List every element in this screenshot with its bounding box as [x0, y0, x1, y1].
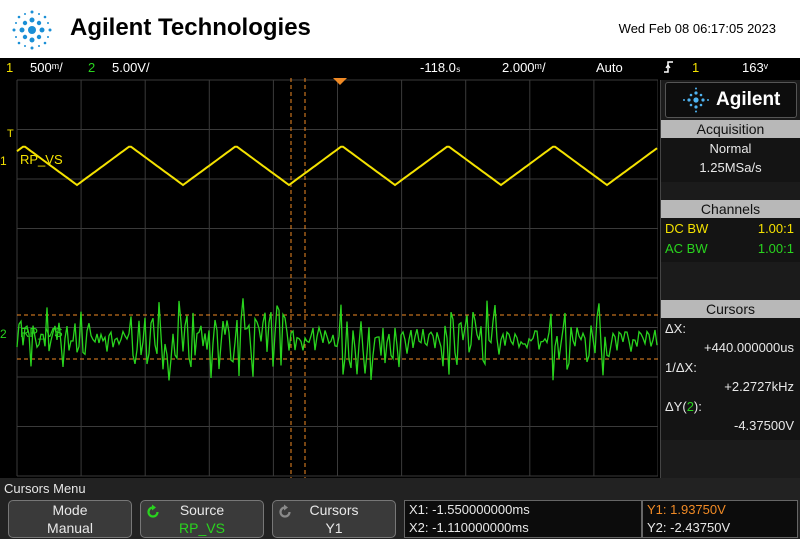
ch1-ground-marker[interactable]: 1: [0, 154, 7, 168]
cursors-section[interactable]: ΔX: +440.000000us 1/ΔX: +2.2727kHz ΔY(2)…: [661, 318, 800, 440]
ch2-ground-marker[interactable]: 2: [0, 327, 7, 341]
waveform-graticule: [16, 78, 659, 478]
ch1-coupling: DC BW: [665, 221, 709, 236]
status-bar: 1 500ᵐ/ 2 5.00V/ -118.0ₛ 2.000ᵐ/ Auto 1 …: [0, 58, 800, 78]
ch2-number: 2: [88, 60, 96, 75]
source-softkey-label: Source: [179, 502, 225, 518]
ch1-trace-label: RP_VS: [20, 152, 63, 167]
ch2-trace-label: RP_VS: [20, 325, 63, 340]
inverse-delta-x-value: +2.2727kHz: [724, 379, 794, 394]
trigger-mode: Auto: [596, 60, 623, 75]
cursors-softkey[interactable]: Cursors Y1: [272, 500, 396, 538]
mode-softkey-label: Mode: [52, 502, 88, 518]
softkey-menu: Cursors Menu Mode Manual Source RP_VS Cu…: [0, 478, 800, 539]
acquisition-section[interactable]: Normal 1.25MSa/s: [661, 138, 800, 182]
horizontal-delay: -118.0ₛ: [420, 60, 461, 75]
x1-readout: X1: -1.550000000ms: [409, 502, 530, 517]
agilent-logo-box: Agilent: [665, 82, 797, 118]
ch1-probe: 1.00:1: [757, 221, 794, 236]
agilent-spark-icon: [12, 10, 52, 50]
trigger-level-marker[interactable]: T: [7, 128, 14, 140]
agilent-spark-icon: [683, 87, 709, 113]
delta-y-label-suffix: ):: [693, 399, 702, 414]
delta-y-channel: 2: [686, 399, 694, 414]
source-softkey-value: RP_VS: [179, 520, 225, 536]
acquisition-title: Acquisition: [661, 120, 800, 138]
y1-readout: Y1: 1.93750V: [647, 502, 726, 517]
delta-x-value: +440.000000us: [703, 340, 794, 355]
mode-softkey-value: Manual: [47, 520, 93, 536]
ch1-scale: 500ᵐ/: [30, 60, 63, 75]
cursors-softkey-label: Cursors: [309, 502, 359, 518]
ch2-coupling: AC BW: [665, 241, 708, 256]
mode-softkey[interactable]: Mode Manual: [8, 500, 132, 538]
y2-readout: Y2: -2.43750V: [647, 520, 731, 535]
ch2-probe: 1.00:1: [757, 241, 794, 256]
trigger-level: 163ᵛ: [742, 60, 768, 75]
rising-edge-icon: [664, 60, 674, 77]
timebase: 2.000ᵐ/: [502, 60, 546, 75]
channels-section[interactable]: DC BW 1.00:1 AC BW 1.00:1: [661, 218, 800, 262]
side-panel: Agilent Acquisition Normal 1.25MSa/s Cha…: [660, 80, 800, 478]
delta-y-value: -4.37500V: [734, 418, 794, 433]
waveform-display[interactable]: RP_VS RP_VS 1 2 T: [0, 78, 659, 478]
cursors-title: Cursors: [661, 300, 800, 318]
channels-title: Channels: [661, 200, 800, 218]
header-bar: Agilent Technologies Wed Feb 08 06:17:05…: [0, 0, 800, 58]
sample-rate: 1.25MSa/s: [699, 160, 762, 175]
y-cursor-readout: Y1: 1.93750V Y2: -2.43750V: [642, 500, 798, 538]
delta-y-label-prefix: ΔY(: [665, 399, 687, 414]
source-softkey[interactable]: Source RP_VS: [140, 500, 264, 538]
cursors-softkey-value: Y1: [325, 520, 343, 536]
inverse-delta-x-label: 1/ΔX:: [665, 360, 697, 375]
ch2-scale: 5.00V/: [112, 60, 150, 75]
x-cursor-readout: X1: -1.550000000ms X2: -1.110000000ms: [404, 500, 642, 538]
brand-title: Agilent Technologies: [70, 14, 311, 41]
delta-y-label: ΔY(2):: [665, 399, 702, 414]
trigger-position-marker[interactable]: [333, 78, 347, 85]
menu-title: Cursors Menu: [4, 481, 86, 496]
datetime: Wed Feb 08 06:17:05 2023: [618, 21, 776, 36]
delta-x-label: ΔX:: [665, 321, 686, 336]
acquisition-mode: Normal: [709, 141, 752, 156]
x2-readout: X2: -1.110000000ms: [409, 520, 529, 535]
ch1-number: 1: [6, 60, 14, 75]
agilent-logo-text: Agilent: [716, 89, 781, 110]
trigger-source: 1: [692, 60, 700, 75]
